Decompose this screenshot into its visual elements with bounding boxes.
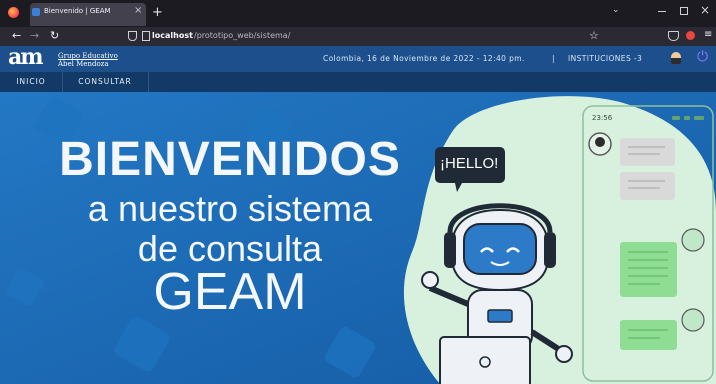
url-bar[interactable]: localhost /prototipo_web/sistema/	[128, 27, 612, 46]
url-path: /prototipo_web/sistema/	[194, 31, 291, 40]
pocket-icon[interactable]	[668, 31, 679, 41]
hero-title-line1: BIENVENIDOS	[59, 133, 401, 186]
hero-title-line2: a nuestro sistema	[87, 188, 373, 229]
browser-tab-active[interactable]: Bienvenido | GEAM ×	[30, 3, 146, 26]
site-header: am Grupo Educativo Abel Mendoza Colombia…	[0, 44, 716, 72]
browser-tab-strip: Bienvenido | GEAM × + ⌄ ×	[0, 0, 716, 27]
new-tab-icon[interactable]: +	[152, 5, 163, 20]
back-arrow-icon[interactable]: ←	[12, 29, 21, 42]
tab-list-chevron-icon[interactable]: ⌄	[612, 5, 620, 15]
nav-item-consultar[interactable]: CONSULTAR	[62, 72, 149, 92]
phone-time: 23:56	[592, 114, 613, 122]
extension-icon[interactable]	[686, 31, 695, 40]
app-menu-icon[interactable]: ≡	[704, 29, 712, 40]
shield-icon	[128, 31, 137, 41]
logo-org-line1: Grupo Educativo	[58, 52, 118, 60]
hello-bubble-text: ¡HELLO!	[440, 155, 499, 172]
firefox-menu-icon[interactable]	[8, 7, 19, 18]
forward-arrow-icon[interactable]: →	[30, 29, 39, 42]
tab-close-icon[interactable]: ×	[134, 5, 142, 16]
browser-toolbar: ← → ↻ localhost /prototipo_web/sistema/ …	[0, 27, 716, 46]
power-icon[interactable]: ⏻	[697, 49, 708, 65]
location-date: Colombia, 16 de Noviembre de 2022 - 12:4…	[323, 54, 525, 63]
close-window-icon[interactable]: ×	[700, 3, 710, 17]
bookmark-star-icon[interactable]: ☆	[589, 29, 599, 42]
reload-icon[interactable]: ↻	[50, 29, 59, 42]
minimize-window-icon[interactable]	[658, 11, 666, 12]
tab-title: Bienvenido | GEAM	[44, 7, 111, 15]
logo-org-line2: Abel Mendoza	[58, 60, 109, 68]
page-icon	[142, 31, 150, 41]
user-avatar-icon[interactable]	[671, 52, 681, 64]
url-host: localhost	[152, 31, 193, 40]
hero-title-line4: GEAM	[153, 263, 307, 321]
nav-bar: INICIO CONSULTAR	[0, 72, 716, 92]
institution-label[interactable]: INSTITUCIONES -3	[568, 54, 642, 63]
tab-favicon-icon	[32, 8, 40, 16]
restore-window-icon[interactable]	[680, 7, 688, 15]
nav-item-inicio[interactable]: INICIO	[0, 72, 63, 92]
hero-banner: BIENVENIDOS a nuestro sistema de consult…	[0, 92, 716, 384]
logo[interactable]: am	[8, 44, 44, 70]
header-separator: |	[552, 54, 555, 63]
